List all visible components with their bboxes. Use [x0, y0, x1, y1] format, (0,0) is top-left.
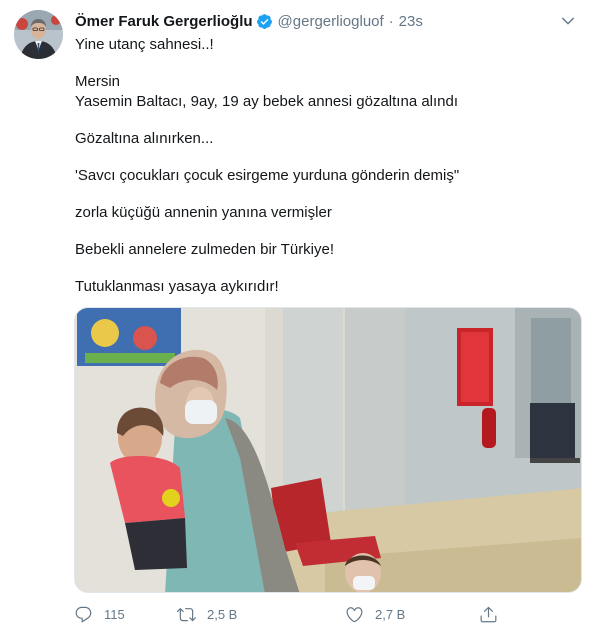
- avatar[interactable]: [14, 10, 63, 59]
- tweet-line-spacer: [75, 55, 575, 72]
- tweet-header: Ömer Faruk Gergerlioğlu @gergerliogluof …: [75, 10, 579, 32]
- heart-icon: [346, 606, 363, 622]
- chevron-down-icon[interactable]: [559, 12, 577, 30]
- tweet-photo[interactable]: [74, 307, 582, 593]
- reply-icon: [75, 606, 92, 622]
- tweet-card[interactable]: Ömer Faruk Gergerlioğlu @gergerliogluof …: [0, 0, 599, 632]
- verified-badge-icon: [256, 13, 273, 30]
- author-name[interactable]: Ömer Faruk Gergerlioğlu: [75, 13, 253, 30]
- reply-count: 115: [104, 606, 125, 622]
- retweet-button[interactable]: 2,5 B: [177, 605, 237, 624]
- tweet-line-spacer: [75, 223, 575, 240]
- tweet-line: Bebekli annelere zulmeden bir Türkiye!: [75, 241, 335, 258]
- tweet-line: Yasemin Baltacı, 9ay, 19 ay bebek annesi…: [75, 93, 459, 110]
- like-button[interactable]: 2,7 B: [345, 605, 405, 624]
- share-icon: [480, 606, 497, 622]
- tweet-line: zorla küçüğü annenin yanına vermişler: [75, 204, 332, 221]
- header-separator: ·: [388, 12, 394, 30]
- reply-button[interactable]: 115: [74, 605, 125, 624]
- tweet-actions: 115 2,5 B 2,7 B: [74, 600, 504, 628]
- tweet-line-spacer: [75, 149, 575, 166]
- tweet-line-spacer: [75, 260, 575, 277]
- retweet-count: 2,5 B: [207, 606, 238, 622]
- tweet-line: Mersin: [75, 73, 121, 90]
- retweet-icon: [177, 607, 196, 621]
- tweet-timestamp[interactable]: 23s: [399, 13, 423, 30]
- tweet-line: Gözaltına alınırken...: [75, 130, 214, 147]
- tweet-line-spacer: [75, 186, 575, 203]
- tweet-line: 'Savcı çocukları çocuk esirgeme yurduna …: [75, 167, 460, 184]
- share-button[interactable]: [479, 605, 498, 624]
- tweet-text: Yine utanç sahnesi..! Mersin Yasemin Bal…: [75, 35, 575, 297]
- author-handle[interactable]: @gergerliogluof: [278, 13, 384, 30]
- tweet-line: Yine utanç sahnesi..!: [75, 36, 214, 53]
- tweet-line-spacer: [75, 112, 575, 129]
- like-count: 2,7 B: [375, 606, 406, 622]
- tweet-line: Tutuklanması yasaya aykırıdır!: [75, 278, 279, 295]
